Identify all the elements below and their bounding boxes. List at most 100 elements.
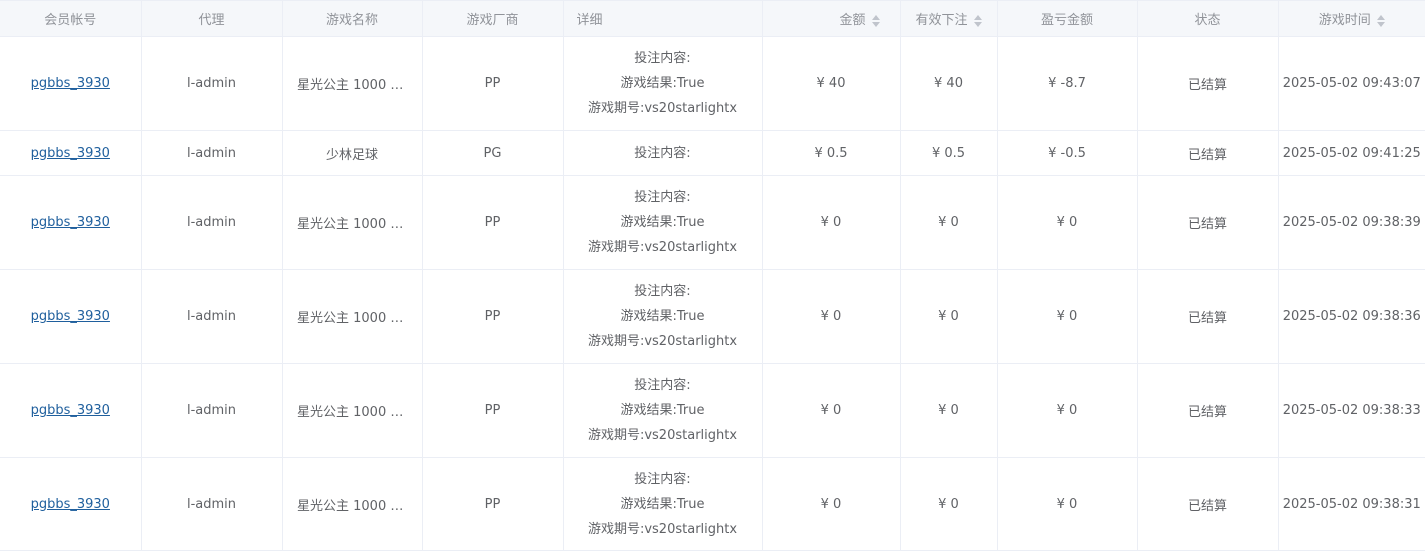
detail-bet-content: 投注内容:: [634, 51, 691, 66]
game-name-cell: 星光公主 1000 (...: [282, 175, 423, 270]
status-cell: 已结算: [1137, 36, 1279, 131]
vendor-cell: PP: [422, 363, 564, 458]
detail-bet-content: 投注内容:: [634, 471, 691, 487]
game-time-cell: 2025-05-02 09:38:31: [1278, 457, 1425, 551]
vendor-cell: PP: [422, 457, 564, 551]
game-name-cell: 星光公主 1000 (...: [282, 363, 423, 458]
detail-bet-content: 投注内容:: [634, 378, 691, 393]
column-header-detail: 详细: [563, 0, 763, 37]
member-cell: pgbbs_3930: [0, 175, 142, 270]
member-cell: pgbbs_3930: [0, 457, 142, 551]
status-cell: 已结算: [1137, 175, 1279, 270]
amount-cell: ¥ 40: [762, 36, 901, 131]
vendor-cell: PP: [422, 36, 564, 131]
agent-cell: l-admin: [141, 363, 283, 458]
table-row: pgbbs_3930 l-admin 少林足球 PG 投注内容: ¥ 0.5 ¥…: [0, 130, 1425, 176]
amount-cell: ¥ 0.5: [762, 130, 901, 176]
detail-round-id: 游戏期号:vs20starlightx: [587, 521, 738, 537]
game-time-cell: 2025-05-02 09:38:36: [1278, 269, 1425, 364]
detail-round-id: 游戏期号:vs20starlightx: [587, 101, 738, 116]
valid-bet-cell: ¥ 0: [900, 269, 998, 364]
amount-cell: ¥ 0: [762, 175, 901, 270]
member-account-link[interactable]: pgbbs_3930: [31, 497, 110, 512]
profit-cell: ¥ 0: [997, 363, 1138, 458]
status-cell: 已结算: [1137, 269, 1279, 364]
game-time-cell: 2025-05-02 09:41:25: [1278, 130, 1425, 176]
member-account-link[interactable]: pgbbs_3930: [31, 146, 110, 161]
detail-round-id: 游戏期号:vs20starlightx: [587, 428, 738, 443]
member-account-link[interactable]: pgbbs_3930: [31, 215, 110, 230]
column-header-vendor: 游戏厂商: [422, 0, 564, 37]
detail-cell: 投注内容: 游戏结果:True 游戏期号:vs20starlightx: [563, 457, 763, 551]
profit-cell: ¥ -8.7: [997, 36, 1138, 131]
agent-cell: l-admin: [141, 175, 283, 270]
agent-cell: l-admin: [141, 130, 283, 176]
game-name-cell: 星光公主 1000 (...: [282, 457, 423, 551]
detail-cell: 投注内容: 游戏结果:True 游戏期号:vs20starlightx: [563, 363, 763, 458]
table-row: pgbbs_3930 l-admin 星光公主 1000 (... PP 投注内…: [0, 36, 1425, 131]
vendor-cell: PP: [422, 175, 564, 270]
detail-game-result: 游戏结果:True: [620, 403, 705, 418]
amount-cell: ¥ 0: [762, 457, 901, 551]
bet-records-table: 会员帐号 代理 游戏名称 游戏厂商 详细 金额 有效下注 盈亏金额 状态 游戏时…: [0, 0, 1425, 553]
member-cell: pgbbs_3930: [0, 363, 142, 458]
status-cell: 已结算: [1137, 457, 1279, 551]
detail-cell: 投注内容: 游戏结果:True 游戏期号:vs20starlightx: [563, 269, 763, 364]
agent-cell: l-admin: [141, 36, 283, 131]
detail-cell: 投注内容: 游戏结果:True 游戏期号:vs20starlightx: [563, 36, 763, 131]
column-header-valid-bet[interactable]: 有效下注: [900, 0, 998, 37]
valid-bet-cell: ¥ 0: [900, 363, 998, 458]
agent-cell: l-admin: [141, 457, 283, 551]
member-account-link[interactable]: pgbbs_3930: [31, 76, 110, 91]
table-row: pgbbs_3930 l-admin 星光公主 1000 (... PP 投注内…: [0, 363, 1425, 458]
valid-bet-cell: ¥ 0: [900, 457, 998, 551]
bet-records-grid: 会员帐号 代理 游戏名称 游戏厂商 详细 金额 有效下注 盈亏金额 状态 游戏时…: [0, 0, 1425, 551]
sort-caret-icon[interactable]: [871, 14, 880, 28]
detail-cell: 投注内容:: [563, 130, 763, 176]
detail-bet-content: 投注内容:: [634, 284, 691, 299]
column-header-game-time[interactable]: 游戏时间: [1278, 0, 1425, 37]
profit-cell: ¥ -0.5: [997, 130, 1138, 176]
agent-cell: l-admin: [141, 269, 283, 364]
game-name-cell: 星光公主 1000 (...: [282, 269, 423, 364]
member-cell: pgbbs_3930: [0, 36, 142, 131]
game-name-cell: 少林足球: [282, 130, 423, 176]
detail-bet-content: 投注内容:: [634, 190, 691, 205]
game-time-cell: 2025-05-02 09:43:07: [1278, 36, 1425, 131]
member-cell: pgbbs_3930: [0, 269, 142, 364]
profit-cell: ¥ 0: [997, 175, 1138, 270]
status-cell: 已结算: [1137, 363, 1279, 458]
column-header-amount[interactable]: 金额: [762, 0, 901, 37]
detail-round-id: 游戏期号:vs20starlightx: [587, 334, 738, 349]
valid-bet-cell: ¥ 0: [900, 175, 998, 270]
member-account-link[interactable]: pgbbs_3930: [31, 309, 110, 324]
table-row: pgbbs_3930 l-admin 星光公主 1000 (... PP 投注内…: [0, 269, 1425, 364]
column-header-profit: 盈亏金额: [997, 0, 1138, 37]
column-header-member: 会员帐号: [0, 0, 142, 37]
game-time-cell: 2025-05-02 09:38:33: [1278, 363, 1425, 458]
profit-cell: ¥ 0: [997, 457, 1138, 551]
table-header-row: 会员帐号 代理 游戏名称 游戏厂商 详细 金额 有效下注 盈亏金额 状态 游戏时…: [0, 0, 1425, 37]
column-header-status: 状态: [1137, 0, 1279, 37]
detail-game-result: 游戏结果:True: [620, 496, 705, 512]
status-cell: 已结算: [1137, 130, 1279, 176]
table-row: pgbbs_3930 l-admin 星光公主 1000 (... PP 投注内…: [0, 457, 1425, 551]
valid-bet-cell: ¥ 0.5: [900, 130, 998, 176]
vendor-cell: PG: [422, 130, 564, 176]
detail-bet-content: 投注内容:: [634, 145, 691, 161]
column-header-game-name: 游戏名称: [282, 0, 423, 37]
amount-cell: ¥ 0: [762, 363, 901, 458]
amount-cell: ¥ 0: [762, 269, 901, 364]
member-cell: pgbbs_3930: [0, 130, 142, 176]
profit-cell: ¥ 0: [997, 269, 1138, 364]
game-name-cell: 星光公主 1000 (...: [282, 36, 423, 131]
detail-round-id: 游戏期号:vs20starlightx: [587, 240, 738, 255]
valid-bet-cell: ¥ 40: [900, 36, 998, 131]
sort-caret-icon[interactable]: [973, 14, 982, 28]
detail-cell: 投注内容: 游戏结果:True 游戏期号:vs20starlightx: [563, 175, 763, 270]
table-row: pgbbs_3930 l-admin 星光公主 1000 (... PP 投注内…: [0, 175, 1425, 270]
detail-game-result: 游戏结果:True: [620, 309, 705, 324]
game-time-cell: 2025-05-02 09:38:39: [1278, 175, 1425, 270]
member-account-link[interactable]: pgbbs_3930: [31, 403, 110, 418]
sort-caret-icon[interactable]: [1376, 14, 1385, 28]
